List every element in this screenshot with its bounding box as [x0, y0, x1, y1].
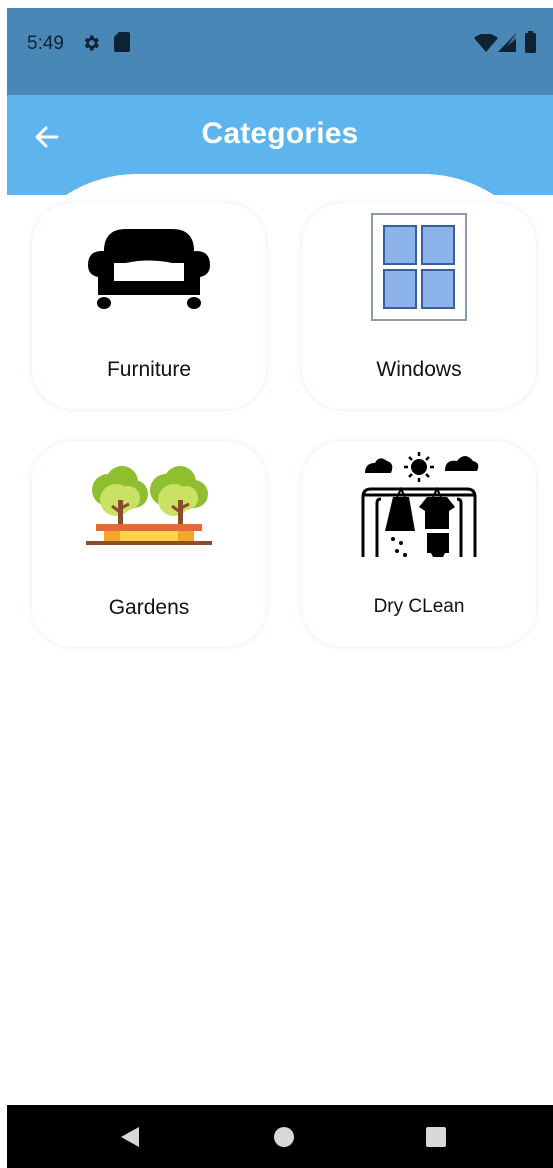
sd-card-icon	[114, 32, 130, 52]
card-label-furniture: Furniture	[106, 358, 192, 381]
battery-icon	[525, 31, 536, 53]
recents-square-icon[interactable]	[425, 1125, 447, 1149]
system-navigation-bar	[7, 1105, 553, 1168]
card-icon-wrap	[302, 207, 536, 327]
phone-screen: 5:49 Categories Furniture Windows Garden…	[7, 8, 553, 1168]
content-panel: Furniture Windows Gardens Dry CLean	[7, 174, 553, 1134]
category-card-dry-clean[interactable]: Dry CLean	[301, 440, 537, 648]
status-bar: 5:49	[7, 8, 553, 95]
category-card-furniture[interactable]: Furniture	[31, 202, 267, 410]
page-title: Categories	[201, 117, 359, 150]
laundry-rack-icon	[361, 452, 479, 557]
card-label-dry-clean: Dry CLean	[373, 596, 465, 617]
category-card-windows[interactable]: Windows	[301, 202, 537, 410]
home-circle-icon[interactable]	[273, 1125, 295, 1149]
garden-trees-icon	[86, 466, 212, 545]
signal-icon	[498, 33, 516, 52]
card-icon-wrap	[32, 445, 266, 565]
card-label-windows: Windows	[376, 358, 462, 381]
category-card-gardens[interactable]: Gardens	[31, 440, 267, 648]
status-time: 5:49	[27, 33, 64, 54]
sofa-icon	[88, 229, 210, 309]
card-icon-wrap	[302, 445, 536, 565]
gear-icon	[84, 35, 99, 51]
window-icon	[371, 213, 467, 321]
card-label-gardens: Gardens	[108, 596, 190, 619]
card-icon-wrap	[32, 207, 266, 327]
wifi-icon	[474, 34, 498, 52]
back-triangle-icon[interactable]	[119, 1125, 141, 1149]
